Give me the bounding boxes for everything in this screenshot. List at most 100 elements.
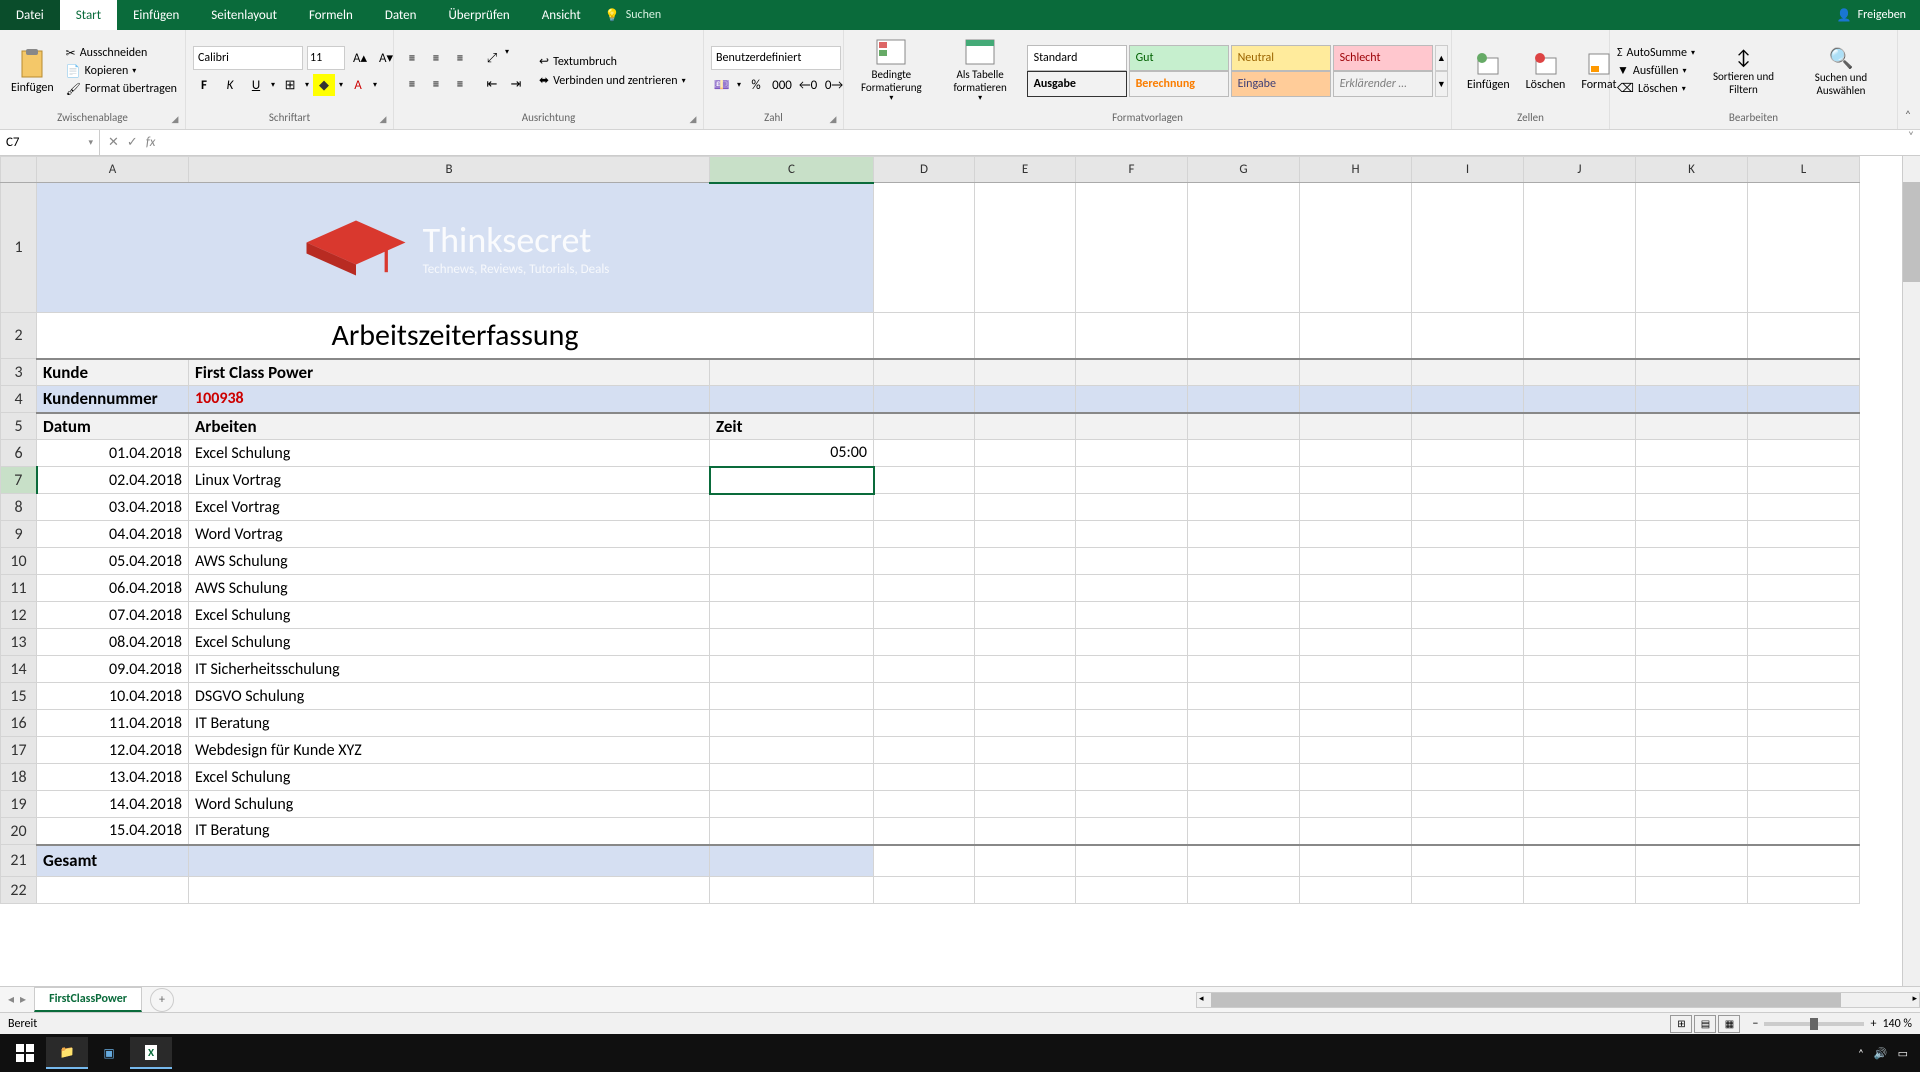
cell-H15[interactable] (1300, 683, 1412, 710)
cell-C6[interactable]: 05:00 (710, 440, 874, 467)
merge-center-button[interactable]: ⬌Verbinden und zentrieren▾ (539, 73, 686, 88)
tab-start[interactable]: Start (60, 0, 117, 30)
cell-G8[interactable] (1188, 494, 1300, 521)
style-bad[interactable]: Schlecht (1333, 45, 1433, 71)
cell-F18[interactable] (1076, 764, 1188, 791)
cell-F15[interactable] (1076, 683, 1188, 710)
cell-A13[interactable]: 08.04.2018 (37, 629, 189, 656)
cell-K20[interactable] (1636, 818, 1748, 845)
horizontal-scrollbar[interactable]: ◂▸ (1196, 992, 1920, 1008)
cell-K5[interactable] (1636, 413, 1748, 440)
cell-H22[interactable] (1300, 877, 1412, 904)
cell-J1[interactable] (1524, 183, 1636, 313)
cell-J2[interactable] (1524, 313, 1636, 359)
title-cell[interactable]: Arbeitszeiterfassung (37, 313, 874, 359)
cell-J21[interactable] (1524, 845, 1636, 877)
cell-E20[interactable] (975, 818, 1076, 845)
tray-volume-icon[interactable]: 🔊 (1874, 1047, 1888, 1060)
kundennr-value-cell[interactable]: 100938 (189, 386, 710, 413)
cell-G1[interactable] (1188, 183, 1300, 313)
cell-E17[interactable] (975, 737, 1076, 764)
cell-E8[interactable] (975, 494, 1076, 521)
gallery-up-button[interactable]: ▲ (1435, 45, 1448, 71)
zoom-in-button[interactable]: + (1870, 1017, 1876, 1031)
formula-input[interactable] (163, 130, 1902, 155)
cell-K17[interactable] (1636, 737, 1748, 764)
cell-H10[interactable] (1300, 548, 1412, 575)
cell-G13[interactable] (1188, 629, 1300, 656)
percent-format-button[interactable]: % (745, 74, 767, 96)
cell-L14[interactable] (1748, 656, 1860, 683)
cell-F14[interactable] (1076, 656, 1188, 683)
cell-I18[interactable] (1412, 764, 1524, 791)
cell-B19[interactable]: Word Schulung (189, 791, 710, 818)
row-header-2[interactable]: 2 (1, 313, 37, 359)
cell-E21[interactable] (975, 845, 1076, 877)
cell-F16[interactable] (1076, 710, 1188, 737)
increase-font-button[interactable]: A▴ (349, 47, 371, 69)
header-zeit-cell[interactable]: Zeit (710, 413, 874, 440)
cell-L18[interactable] (1748, 764, 1860, 791)
sheet-tab-active[interactable]: FirstClassPower (34, 987, 142, 1012)
find-select-button[interactable]: 🔍 Suchen und Auswählen (1792, 42, 1890, 101)
cell-I20[interactable] (1412, 818, 1524, 845)
cell-D11[interactable] (874, 575, 975, 602)
cell-F13[interactable] (1076, 629, 1188, 656)
cell-D14[interactable] (874, 656, 975, 683)
start-button[interactable] (4, 1037, 46, 1069)
orientation-button[interactable]: ⤢ (481, 47, 503, 69)
number-launcher-icon[interactable]: ◢ (828, 114, 838, 124)
cell-I6[interactable] (1412, 440, 1524, 467)
cell-B16[interactable]: IT Beratung (189, 710, 710, 737)
col-header-F[interactable]: F (1076, 157, 1188, 183)
row-header-19[interactable]: 19 (1, 791, 37, 818)
row-header-17[interactable]: 17 (1, 737, 37, 764)
cell-L8[interactable] (1748, 494, 1860, 521)
cell-styles-gallery[interactable]: Standard Gut Neutral Schlecht Ausgabe Be… (1025, 43, 1435, 99)
cell-K11[interactable] (1636, 575, 1748, 602)
align-left-button[interactable]: ≡ (401, 73, 423, 95)
cell-D16[interactable] (874, 710, 975, 737)
cell-H1[interactable] (1300, 183, 1412, 313)
cell-I4[interactable] (1412, 386, 1524, 413)
cell-B14[interactable]: IT Sicherheitsschulung (189, 656, 710, 683)
tab-view[interactable]: Ansicht (526, 0, 597, 30)
task-other[interactable]: ▣ (88, 1037, 130, 1069)
cell-E4[interactable] (975, 386, 1076, 413)
cell-I8[interactable] (1412, 494, 1524, 521)
task-excel[interactable]: X (130, 1037, 172, 1069)
accounting-format-button[interactable]: 💷 (711, 74, 733, 96)
cell-K16[interactable] (1636, 710, 1748, 737)
row-header-5[interactable]: 5 (1, 413, 37, 440)
tell-me-search[interactable]: 💡 Suchen (605, 0, 661, 30)
cell-L6[interactable] (1748, 440, 1860, 467)
font-name-select[interactable] (193, 46, 303, 70)
cell-G11[interactable] (1188, 575, 1300, 602)
cell-I7[interactable] (1412, 467, 1524, 494)
cell-H11[interactable] (1300, 575, 1412, 602)
tab-formulas[interactable]: Formeln (293, 0, 369, 30)
col-header-L[interactable]: L (1748, 157, 1860, 183)
cell-K18[interactable] (1636, 764, 1748, 791)
row-header-16[interactable]: 16 (1, 710, 37, 737)
cell-I17[interactable] (1412, 737, 1524, 764)
cell-F17[interactable] (1076, 737, 1188, 764)
style-explanatory[interactable]: Erklärender … (1333, 71, 1433, 97)
cell-L1[interactable] (1748, 183, 1860, 313)
fill-button[interactable]: ▼Ausfüllen▾ (1617, 63, 1695, 78)
cell-H4[interactable] (1300, 386, 1412, 413)
insert-cells-button[interactable]: Einfügen (1459, 46, 1518, 96)
cell-D1[interactable] (874, 183, 975, 313)
cell-A8[interactable]: 03.04.2018 (37, 494, 189, 521)
tray-lang-icon[interactable]: ▭ (1898, 1047, 1908, 1060)
tab-data[interactable]: Daten (369, 0, 433, 30)
cell-J12[interactable] (1524, 602, 1636, 629)
cell-L20[interactable] (1748, 818, 1860, 845)
cell-D22[interactable] (874, 877, 975, 904)
cell-A20[interactable]: 15.04.2018 (37, 818, 189, 845)
cell-K4[interactable] (1636, 386, 1748, 413)
cell-H3[interactable] (1300, 359, 1412, 386)
cell-I12[interactable] (1412, 602, 1524, 629)
cell-B7[interactable]: Linux Vortrag (189, 467, 710, 494)
cell-G2[interactable] (1188, 313, 1300, 359)
